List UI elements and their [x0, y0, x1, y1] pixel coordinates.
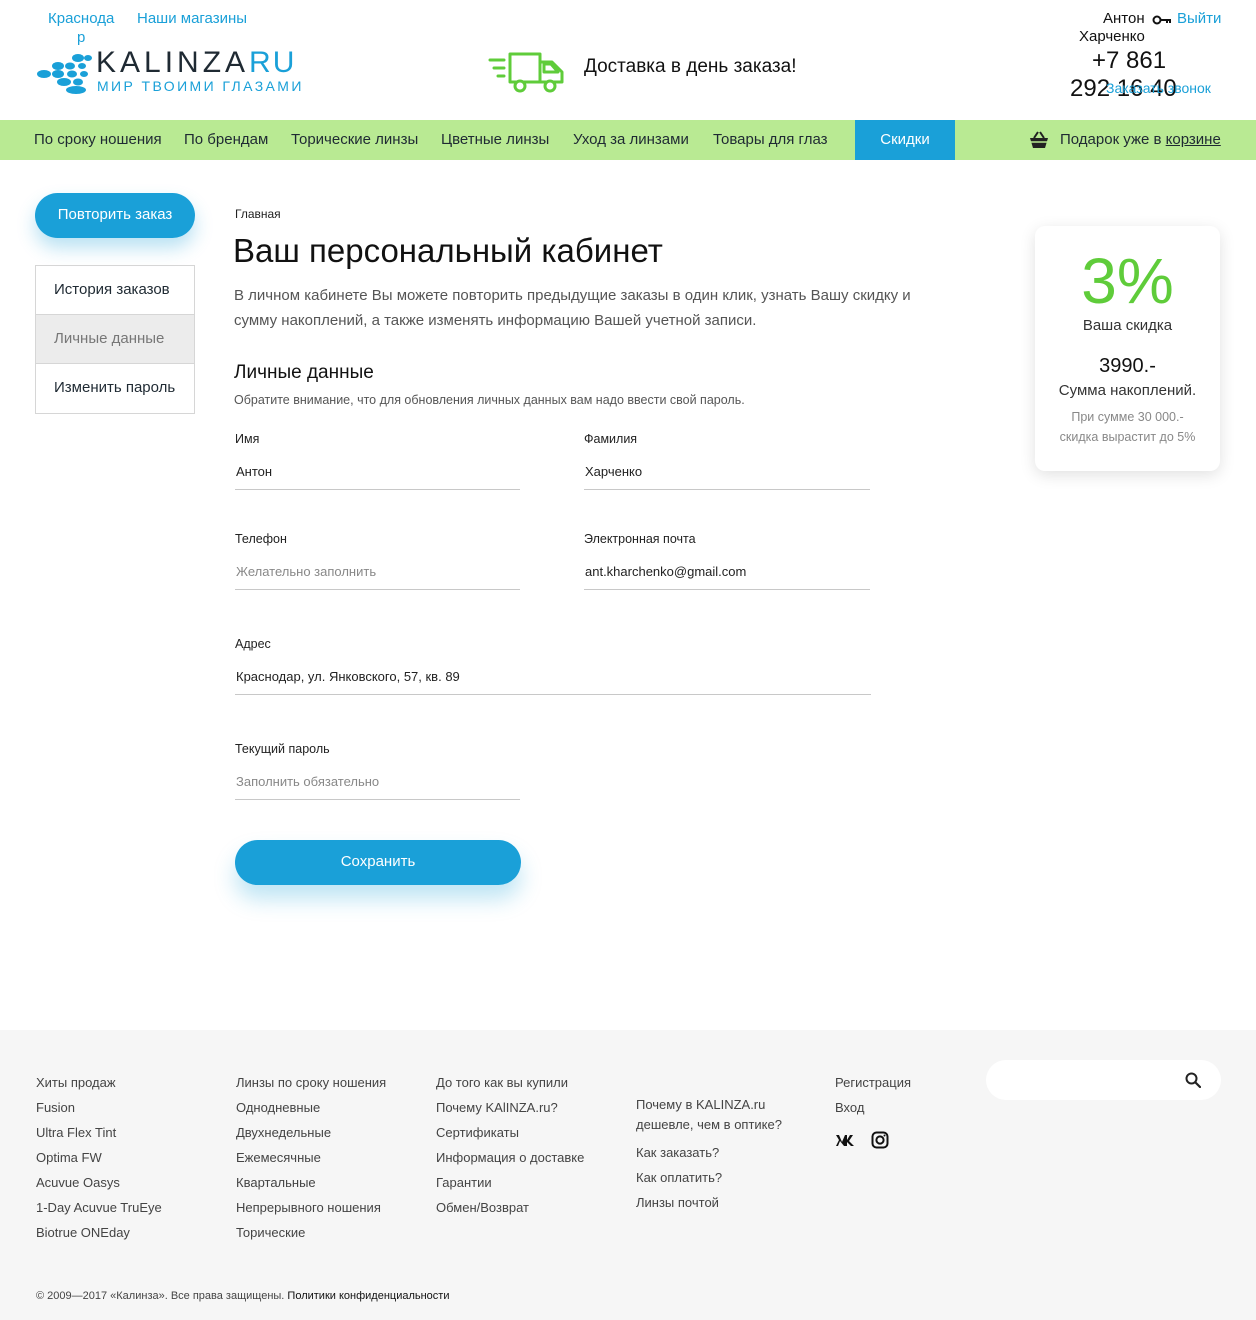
footer-link[interactable]: Информация о доставке	[436, 1145, 584, 1170]
logo[interactable]: KALINZARU МИР ТВОИМИ ГЛАЗАМИ	[36, 46, 306, 96]
accumulated-sum-label: Сумма накоплений.	[1058, 382, 1197, 399]
privacy-policy-link[interactable]: Политики конфиденциальности	[287, 1290, 449, 1302]
footer-link[interactable]: Обмен/Возврат	[436, 1195, 584, 1220]
email-field[interactable]	[584, 562, 870, 590]
nav-item-care[interactable]: Уход за линзами	[573, 120, 689, 160]
password-label: Текущий пароль	[235, 742, 330, 756]
discount-note-line1: При сумме 30 000.-	[1071, 410, 1184, 424]
email-label: Электронная почта	[584, 532, 696, 546]
footer-link[interactable]: Торические	[236, 1220, 386, 1245]
section-title: Личные данные	[234, 362, 374, 383]
footer-col-wear-term: Линзы по сроку ношения Однодневные Двухн…	[236, 1070, 386, 1245]
first-name-field[interactable]	[235, 462, 520, 490]
copyright-text: © 2009—2017 «Калинза». Все права защищен…	[36, 1290, 288, 1302]
footer-link[interactable]: Biotrue ONEday	[36, 1220, 162, 1245]
footer-link[interactable]: Сертификаты	[436, 1120, 584, 1145]
last-name-field[interactable]	[584, 462, 870, 490]
accumulated-sum: 3990.-	[1099, 355, 1156, 377]
nav-item-toric[interactable]: Торические линзы	[291, 120, 418, 160]
breadcrumb-home[interactable]: Главная	[235, 207, 281, 221]
footer-link[interactable]: Гарантии	[436, 1170, 584, 1195]
login-link[interactable]: Вход	[835, 1095, 911, 1120]
footer-link[interactable]: Почему в KALINZA.ru	[636, 1095, 782, 1115]
user-last-name: Харченко	[1079, 28, 1145, 45]
save-button[interactable]: Сохранить	[235, 840, 521, 885]
password-field[interactable]	[235, 772, 520, 800]
section-note: Обратите внимание, что для обновления ли…	[234, 393, 745, 407]
footer-link[interactable]: Линзы почтой	[636, 1190, 782, 1215]
city-selector-link-wrap[interactable]: р	[77, 29, 85, 46]
phone-field[interactable]	[235, 562, 520, 590]
footer-link[interactable]: Acuvue Oasys	[36, 1170, 162, 1195]
logout-link[interactable]: Выйти	[1177, 10, 1221, 27]
footer: Хиты продаж Fusion Ultra Flex Tint Optim…	[0, 1030, 1256, 1320]
nav-item-brands[interactable]: По брендам	[184, 120, 268, 160]
discount-percent: 3%	[1081, 245, 1174, 317]
menu-item-order-history[interactable]: История заказов	[36, 266, 194, 315]
logo-tagline: МИР ТВОИМИ ГЛАЗАМИ	[97, 78, 304, 94]
gift-notice: Подарок уже в корзине	[1028, 120, 1221, 160]
footer-col-help: Почему в KALINZA.ru дешевле, чем в оптик…	[636, 1095, 782, 1215]
phone-number-part1: +7 861	[1092, 47, 1167, 74]
cart-link[interactable]: корзине	[1166, 131, 1221, 148]
basket-icon	[1030, 131, 1048, 149]
copyright: © 2009—2017 «Калинза». Все права защищен…	[36, 1290, 449, 1302]
delivery-truck-icon	[488, 52, 564, 93]
nav-item-wear-term[interactable]: По сроку ношения	[34, 120, 162, 160]
search-icon[interactable]	[1185, 1072, 1201, 1088]
delivery-text: Доставка в день заказа!	[584, 56, 797, 77]
footer-col-info: До того как вы купили Почему KAlINZA.ru?…	[436, 1070, 584, 1220]
register-link[interactable]: Регистрация	[835, 1070, 911, 1095]
footer-link[interactable]: Почему KAlINZA.ru?	[436, 1095, 584, 1120]
menu-item-personal-data[interactable]: Личные данные	[36, 315, 194, 364]
user-first-name: Антон	[1103, 10, 1145, 27]
discount-label: Ваша скидка	[1082, 317, 1173, 334]
key-icon	[1152, 15, 1171, 25]
footer-link[interactable]: Ежемесячные	[236, 1145, 386, 1170]
discount-note: При сумме 30 000.- скидка вырастит до 5%	[1035, 407, 1220, 447]
footer-link[interactable]: Как оплатить?	[636, 1165, 782, 1190]
footer-link[interactable]: дешевле, чем в оптике?	[636, 1115, 782, 1135]
instagram-icon[interactable]	[871, 1131, 889, 1149]
footer-link[interactable]: Линзы по сроку ношения	[236, 1070, 386, 1095]
page-title: Ваш персональный кабинет	[233, 232, 663, 269]
footer-link[interactable]: Fusion	[36, 1095, 162, 1120]
nav-item-sale[interactable]: Скидки	[855, 120, 955, 160]
footer-link[interactable]: Хиты продаж	[36, 1070, 162, 1095]
logo-ru: RU	[249, 46, 297, 79]
main-nav: По сроку ношения По брендам Торические л…	[0, 120, 1256, 160]
address-field[interactable]	[235, 667, 871, 695]
discount-card: 3% Ваша скидка 3990.- Сумма накоплений. …	[1035, 226, 1220, 471]
footer-link[interactable]: Однодневные	[236, 1095, 386, 1120]
nav-item-eye-goods[interactable]: Товары для глаз	[713, 120, 828, 160]
account-menu: История заказов Личные данные Изменить п…	[35, 265, 195, 414]
nav-item-color[interactable]: Цветные линзы	[441, 120, 549, 160]
last-name-label: Фамилия	[584, 432, 638, 446]
footer-col-account: Регистрация Вход	[835, 1070, 911, 1120]
vk-icon[interactable]	[835, 1132, 855, 1148]
footer-link[interactable]: Ultra Flex Tint	[36, 1120, 162, 1145]
intro-text: В личном кабинете Вы можете повторить пр…	[234, 287, 911, 329]
footer-link[interactable]: Непрерывного ношения	[236, 1195, 386, 1220]
callback-link[interactable]: Заказать звонок	[1106, 80, 1211, 96]
footer-col-bestsellers: Хиты продаж Fusion Ultra Flex Tint Optim…	[36, 1070, 162, 1245]
footer-link[interactable]: Как заказать?	[636, 1140, 782, 1165]
first-name-label: Имя	[235, 432, 260, 446]
logo-dots-icon	[37, 54, 92, 94]
logo-text: KALINZARU	[96, 46, 296, 80]
footer-link[interactable]: Двухнедельные	[236, 1120, 386, 1145]
phone-label: Телефон	[235, 532, 287, 546]
city-selector-link[interactable]: Краснода	[48, 10, 114, 27]
menu-item-change-password[interactable]: Изменить пароль	[36, 364, 194, 413]
gift-text: Подарок уже в	[1060, 131, 1166, 148]
footer-link[interactable]: Квартальные	[236, 1170, 386, 1195]
discount-note-line2: скидка вырастит до 5%	[1059, 430, 1196, 444]
address-label: Адрес	[235, 637, 271, 651]
stores-link[interactable]: Наши магазины	[137, 10, 247, 27]
footer-link[interactable]: До того как вы купили	[436, 1070, 584, 1095]
footer-link[interactable]: Optima FW	[36, 1145, 162, 1170]
logo-main: KALINZA	[96, 46, 250, 79]
repeat-order-button[interactable]: Повторить заказ	[35, 193, 195, 238]
footer-link[interactable]: 1-Day Acuvue TruEye	[36, 1195, 162, 1220]
